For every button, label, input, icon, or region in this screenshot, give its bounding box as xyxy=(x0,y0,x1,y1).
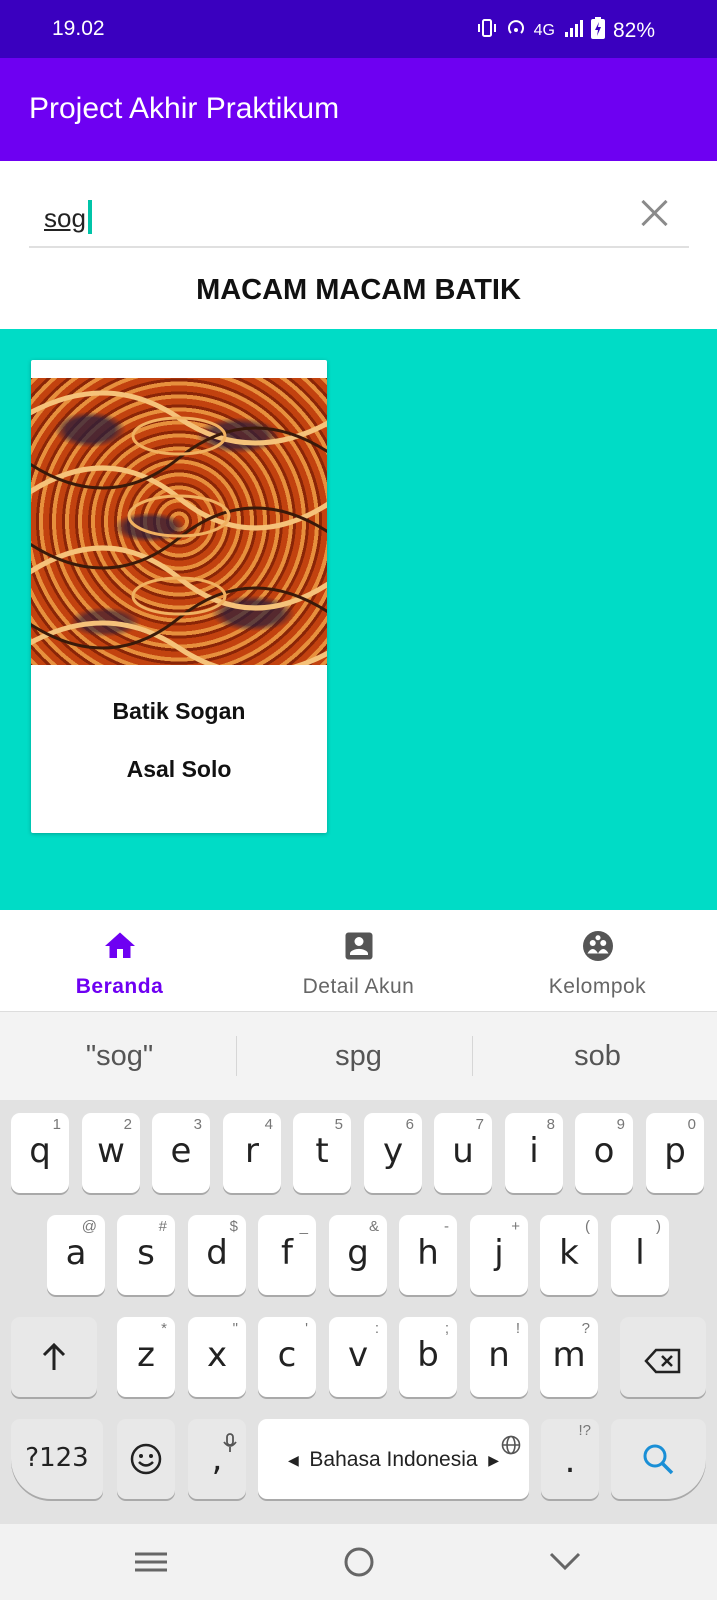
network-type: 4G xyxy=(533,21,555,39)
space-key[interactable]: ◀ Bahasa Indonesia ▶ xyxy=(258,1419,529,1499)
search-input[interactable]: sog xyxy=(29,176,689,248)
search-key[interactable] xyxy=(611,1419,706,1499)
emoji-key[interactable] xyxy=(117,1419,175,1499)
nav-label: Detail Akun xyxy=(302,975,415,998)
status-bar: 19.02 4G 82% xyxy=(0,0,717,58)
key-o[interactable]: 9o xyxy=(575,1113,633,1193)
battery-icon xyxy=(590,17,605,44)
nav-item-kelompok[interactable]: Kelompok xyxy=(478,910,717,1012)
batik-list: Batik Sogan Asal Solo xyxy=(0,329,717,910)
vibrate-icon xyxy=(476,18,498,43)
divider xyxy=(236,1036,237,1076)
key-i[interactable]: 8i xyxy=(505,1113,563,1193)
group-icon xyxy=(580,928,616,964)
key-j[interactable]: + j xyxy=(470,1215,528,1295)
suggestion-strip: "sog" spg sob xyxy=(0,1012,717,1100)
key-n[interactable]: ! n xyxy=(470,1317,528,1397)
nav-item-detail-akun[interactable]: Detail Akun xyxy=(239,910,478,1012)
shift-key[interactable] xyxy=(11,1317,97,1397)
app-bar: Project Akhir Praktikum xyxy=(0,58,717,161)
app-title: Project Akhir Praktikum xyxy=(29,92,340,125)
nav-item-beranda[interactable]: Beranda xyxy=(0,910,239,1012)
section-title: MACAM MACAM BATIK xyxy=(196,274,521,306)
key-w[interactable]: 2w xyxy=(82,1113,140,1193)
key-t[interactable]: 5t xyxy=(293,1113,351,1193)
key-h[interactable]: -h xyxy=(399,1215,457,1295)
search-area: sog MACAM MACAM BATIK xyxy=(0,161,717,329)
backspace-icon xyxy=(644,1344,682,1383)
key-v[interactable]: :v xyxy=(329,1317,387,1397)
suggestion-item[interactable]: "sog" xyxy=(0,1012,239,1100)
account-box-icon xyxy=(341,928,377,964)
suggestion-item[interactable]: spg xyxy=(239,1012,478,1100)
divider xyxy=(472,1036,473,1076)
bottom-navigation: Beranda Detail Akun Kelompok xyxy=(0,910,717,1012)
home-icon xyxy=(102,928,138,964)
shift-icon xyxy=(40,1342,68,1381)
key-p[interactable]: 0p xyxy=(646,1113,704,1193)
key-d[interactable]: $ d xyxy=(188,1215,246,1295)
key-b[interactable]: ; b xyxy=(399,1317,457,1397)
key-k[interactable]: (k xyxy=(540,1215,598,1295)
system-navigation-bar xyxy=(0,1524,717,1600)
symbols-key[interactable]: ?123 xyxy=(11,1419,103,1499)
key-y[interactable]: 6y xyxy=(364,1113,422,1193)
key-x[interactable]: " x xyxy=(188,1317,246,1397)
key-f[interactable]: _ f xyxy=(258,1215,316,1295)
text-cursor xyxy=(87,200,92,234)
batik-card[interactable]: Batik Sogan Asal Solo xyxy=(31,360,327,833)
batik-origin: Asal Solo xyxy=(126,756,232,782)
period-key[interactable]: !? . xyxy=(541,1419,599,1499)
signal-icon xyxy=(563,18,583,43)
suggestion-item[interactable]: sob xyxy=(478,1012,717,1100)
chevron-down-icon[interactable] xyxy=(535,1540,595,1584)
key-q[interactable]: 1q xyxy=(11,1113,69,1193)
emoji-icon xyxy=(130,1443,162,1484)
menu-icon[interactable] xyxy=(121,1540,181,1584)
batik-image xyxy=(31,378,327,665)
keyboard: 1q 2w 3e 4r 5t 6y 7u 8i 9o 0p @ a # s $ d _… xyxy=(0,1100,717,1524)
key-z[interactable]: * z xyxy=(117,1317,175,1397)
search-icon xyxy=(641,1442,675,1485)
status-time: 19.02 xyxy=(52,17,105,40)
key-m[interactable]: ? m xyxy=(540,1317,598,1397)
batik-name: Batik Sogan xyxy=(112,698,246,724)
battery-percent: 82% xyxy=(612,18,655,42)
status-icons: 4G 82% xyxy=(476,17,655,44)
home-button-icon[interactable] xyxy=(329,1540,389,1584)
key-r[interactable]: 4r xyxy=(223,1113,281,1193)
backspace-key[interactable] xyxy=(620,1317,706,1397)
key-l[interactable]: ) l xyxy=(611,1215,669,1295)
arrow-right-icon: ▶ xyxy=(488,1452,499,1468)
nav-label: Kelompok xyxy=(548,975,647,998)
comma-key[interactable]: , xyxy=(188,1419,246,1499)
close-icon[interactable] xyxy=(637,196,671,230)
hotspot-icon xyxy=(506,18,526,43)
nav-label: Beranda xyxy=(75,975,164,998)
key-u[interactable]: 7u xyxy=(434,1113,492,1193)
key-a[interactable]: @ a xyxy=(47,1215,105,1295)
search-value: sog xyxy=(44,203,86,233)
key-g[interactable]: & g xyxy=(329,1215,387,1295)
key-s[interactable]: # s xyxy=(117,1215,175,1295)
key-e[interactable]: 3e xyxy=(152,1113,210,1193)
key-c[interactable]: ' c xyxy=(258,1317,316,1397)
